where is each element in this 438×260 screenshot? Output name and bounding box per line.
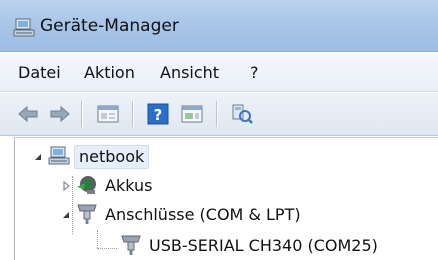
toolbar-separator — [216, 101, 217, 127]
forward-arrow-icon[interactable] — [48, 102, 72, 126]
toolbar-separator — [132, 101, 133, 127]
collapsed-triangle-icon[interactable] — [61, 181, 71, 191]
tree-node-label: Anschlüsse (COM & LPT) — [105, 205, 301, 224]
menu-datei[interactable]: Datei — [18, 62, 61, 84]
menu-help[interactable]: ? — [250, 62, 259, 84]
show-hidden-window-icon[interactable] — [180, 102, 204, 126]
battery-icon — [77, 176, 96, 194]
properties-window-icon[interactable] — [96, 102, 120, 126]
device-manager-window: Geräte-Manager Datei Aktion Ansicht ? ? — [0, 0, 438, 260]
window-title: Geräte-Manager — [40, 16, 179, 36]
tree-node-akkus[interactable]: Akkus — [15, 173, 315, 199]
help-icon[interactable]: ? — [146, 102, 170, 126]
computer-icon — [48, 146, 70, 165]
tree-node-label: USB-SERIAL CH340 (COM25) — [149, 236, 378, 255]
tree-node-usb-serial[interactable]: USB-SERIAL CH340 (COM25) — [15, 231, 435, 257]
svg-text:?: ? — [154, 106, 163, 124]
scan-hardware-icon[interactable] — [230, 102, 254, 126]
port-connector-icon — [121, 235, 141, 255]
expanded-triangle-icon[interactable] — [61, 210, 71, 220]
menu-bar: Datei Aktion Ansicht ? — [0, 52, 438, 92]
tree-node-label: netbook — [74, 145, 150, 169]
back-arrow-icon[interactable] — [16, 102, 40, 126]
device-manager-app-icon — [13, 18, 35, 37]
tree-node-netbook[interactable]: netbook — [15, 144, 315, 170]
toolbar: ? — [0, 93, 438, 136]
tree-node-label: Akkus — [105, 176, 153, 195]
port-connector-icon — [77, 204, 97, 224]
menu-ansicht[interactable]: Ansicht — [160, 62, 219, 84]
toolbar-separator — [81, 101, 82, 127]
expanded-triangle-icon[interactable] — [33, 152, 43, 162]
menu-aktion[interactable]: Aktion — [84, 62, 135, 84]
tree-node-anschluesse[interactable]: Anschlüsse (COM & LPT) — [15, 202, 375, 228]
title-bar[interactable]: Geräte-Manager — [0, 0, 438, 52]
device-tree: netbook Akkus Anschlüsse (COM & LPT) USB… — [14, 137, 438, 260]
